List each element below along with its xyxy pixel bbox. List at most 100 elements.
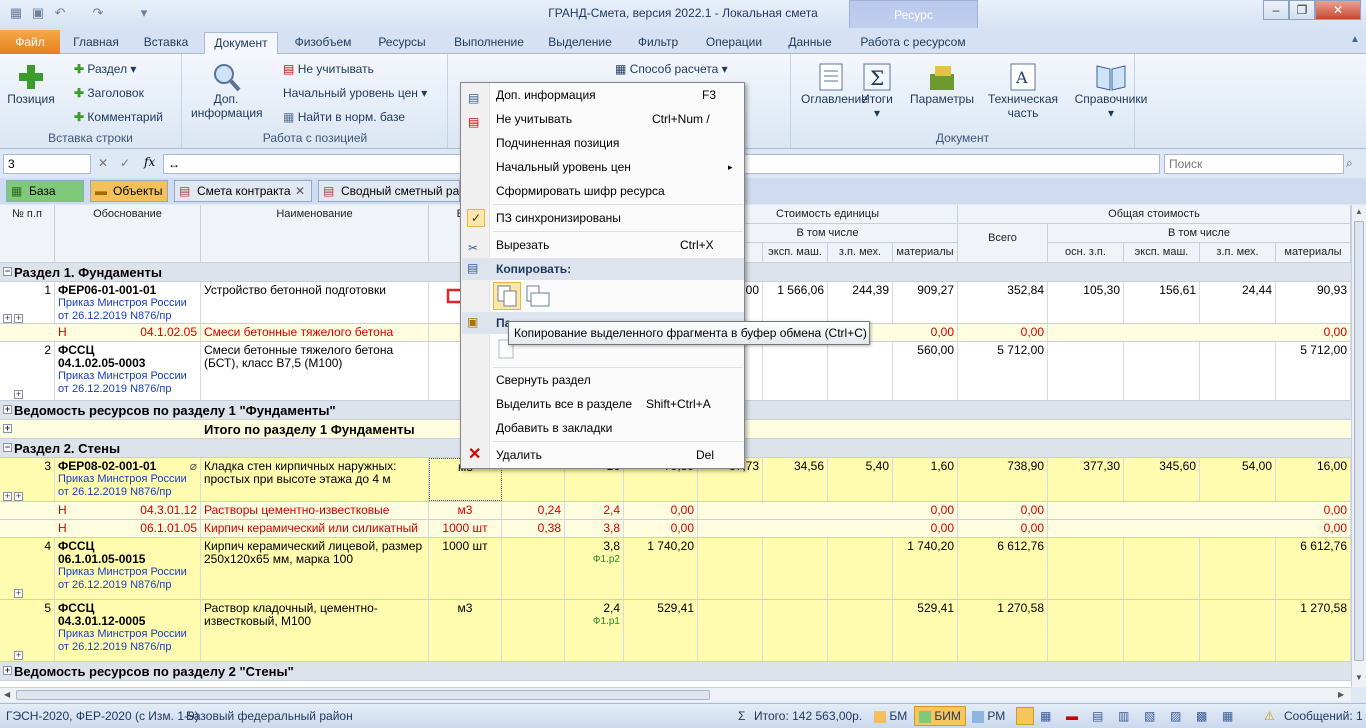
collapse-icon[interactable]: − [3,267,12,276]
vertical-scrollbar[interactable]: ▲ ▼ [1351,205,1366,687]
scroll-up-icon[interactable]: ▲ [1355,207,1363,216]
expand-icon[interactable]: + [14,390,23,399]
rm-toggle[interactable]: РМ [972,709,1005,723]
ru-flag-icon[interactable]: ▬ [1066,709,1078,723]
ignore-button[interactable]: ▤ Не учитывать [283,62,374,76]
doctab-summary[interactable]: ▤ Сводный сметный рас [318,180,460,202]
copy-text-button[interactable] [525,283,551,309]
params-button[interactable]: Параметры [907,62,977,106]
horizontal-scroll-thumb[interactable] [16,690,710,700]
section-row[interactable]: + Ведомость ресурсов по разделу 2 "Стены" [0,662,1351,681]
row-c5 [763,538,828,599]
tab-resource-work[interactable]: Работа с ресурсом [852,32,974,54]
expand-icon[interactable]: + [14,589,23,598]
expand-icon[interactable]: + [3,492,12,501]
menu-item-subposition[interactable]: Подчиненная позиция [462,132,744,154]
cancel-edit-icon[interactable]: ✕ [98,156,108,170]
expand-icon[interactable]: + [3,666,12,675]
section-button[interactable]: ✚ Раздел ▾ [74,62,136,76]
table-row[interactable]: 5 ФССЦ 04.3.01.12-0005 Приказ Минстроя Рос… [0,600,1351,662]
doctab-base[interactable]: ▦ База [6,180,84,202]
tab-physvolume[interactable]: Физобъем [286,32,360,54]
minimize-button[interactable]: – [1263,0,1289,20]
toc-button[interactable]: Оглавление [801,62,868,106]
flag-icon[interactable]: ▦ [1040,709,1051,723]
menu-item-resource-code[interactable]: Сформировать шифр ресурса [462,180,744,202]
calc-method-button[interactable]: ▦ Способ расчета ▾ [615,62,728,76]
copy-button[interactable] [493,282,521,310]
horizontal-scrollbar[interactable]: ◀ ▶ [0,687,1351,702]
menu-item-price-level[interactable]: Начальный уровень цен ▸ [462,156,744,178]
expand-icon[interactable]: + [14,314,23,323]
tool-icon-3[interactable]: ▧ [1144,709,1155,723]
price-level-button[interactable]: Начальный уровень цен ▾ [283,86,427,100]
search-input[interactable]: Поиск [1164,154,1344,174]
menu-item-pz-sync[interactable]: ✓ ПЗ синхронизированы [462,207,744,229]
tab-file[interactable]: Файл [0,30,60,54]
menu-item-delete[interactable]: ✕ Удалить Del [462,444,744,466]
dop-info-button[interactable]: Доп. информация [191,62,263,120]
tab-selection[interactable]: Выделение [540,32,620,54]
view-mode-icon[interactable] [1016,707,1034,725]
doctab-contract[interactable]: ▤ Смета контракта ✕ [174,180,312,202]
tab-insert[interactable]: Вставка [136,32,196,54]
collapse-ribbon-icon[interactable]: ▲ [1350,34,1360,45]
refs-button[interactable]: Справочники ▾ [1069,62,1153,120]
tool-icon-1[interactable]: ▤ [1092,709,1103,723]
find-norm-button[interactable]: ▦ Найти в норм. базе [283,110,405,124]
tab-execution[interactable]: Выполнение [444,32,534,54]
menu-item-ignore[interactable]: ▤ Не учитывать Ctrl+Num / [462,108,744,130]
tab-document[interactable]: Документ [204,32,278,55]
close-tab-icon[interactable]: ✕ [295,181,305,201]
restore-button[interactable]: ❐ [1289,0,1315,20]
collapse-icon[interactable]: − [3,443,12,452]
tool-icon-6[interactable]: ▦ [1222,709,1233,723]
comment-button[interactable]: ✚ Комментарий [74,110,163,124]
function-icon[interactable]: fx [144,155,155,169]
menu-item-dop-info[interactable]: ▤ Доп. информация F3 [462,84,744,106]
menu-item-cut[interactable]: ✂ Вырезать Ctrl+X [462,234,744,256]
scroll-left-icon[interactable]: ◀ [4,690,10,699]
row-name: Смеси бетонные тяжелого бетона (БСТ), кл… [201,342,429,400]
magnifier-icon [214,64,241,92]
resource-mark: Н [58,503,67,517]
doctab-contract-label: Смета контракта [197,184,291,198]
tab-filter[interactable]: Фильтр [628,32,688,54]
expand-icon[interactable]: + [3,424,12,433]
tech-part-button[interactable]: A Техническая часть [983,62,1063,120]
confirm-edit-icon[interactable]: ✓ [120,156,130,170]
menu-item-bookmark[interactable]: Добавить в закладки [462,417,744,439]
expand-icon[interactable]: + [3,405,12,414]
table-row[interactable]: 4 ФССЦ 06.1.01.05-0015 Приказ Минстроя Рос… [0,538,1351,600]
vertical-scroll-thumb[interactable] [1354,221,1364,661]
tab-home[interactable]: Главная [66,32,126,54]
scissors-icon: ✂ [468,241,479,255]
expand-icon[interactable]: + [14,492,23,501]
tool-icon-5[interactable]: ▩ [1196,709,1207,723]
position-button[interactable]: Позиция [6,62,56,106]
cell-address-field[interactable]: 3 [3,154,91,174]
bm-toggle[interactable]: БМ [874,709,907,723]
close-button[interactable]: ✕ [1315,0,1361,20]
tab-operations[interactable]: Операции [696,32,772,54]
bim-toggle[interactable]: БИМ [914,706,966,726]
scroll-down-icon[interactable]: ▼ [1355,673,1363,682]
doctab-objects[interactable]: ▬ Объекты [90,180,168,202]
attachment-icon[interactable]: ⌀ [190,460,197,473]
tab-resources[interactable]: Ресурсы [370,32,434,54]
menu-item-select-all-section[interactable]: Выделить все в разделе Shift+Ctrl+A [462,393,744,415]
tool-icon-2[interactable]: ▥ [1118,709,1129,723]
totals-button[interactable]: Σ Итоги ▾ [857,62,897,120]
heading-button[interactable]: ✚ Заголовок [74,86,144,100]
expand-icon[interactable]: + [3,314,12,323]
scroll-right-icon[interactable]: ▶ [1338,690,1344,699]
menu-item-collapse-section[interactable]: Свернуть раздел [462,369,744,391]
status-messages[interactable]: Сообщений: 1 [1284,709,1363,723]
tab-data[interactable]: Данные [780,32,840,54]
search-icon[interactable]: ⌕ [1346,156,1353,171]
menu-item-shortcut: Del [696,448,715,462]
resource-row[interactable]: Н 04.3.01.12 Растворы цементно-известковы… [0,502,1351,520]
expand-icon[interactable]: + [14,651,23,660]
tool-icon-4[interactable]: ▨ [1170,709,1181,723]
resource-row[interactable]: Н 06.1.01.05 Кирпич керамический или сили… [0,520,1351,538]
